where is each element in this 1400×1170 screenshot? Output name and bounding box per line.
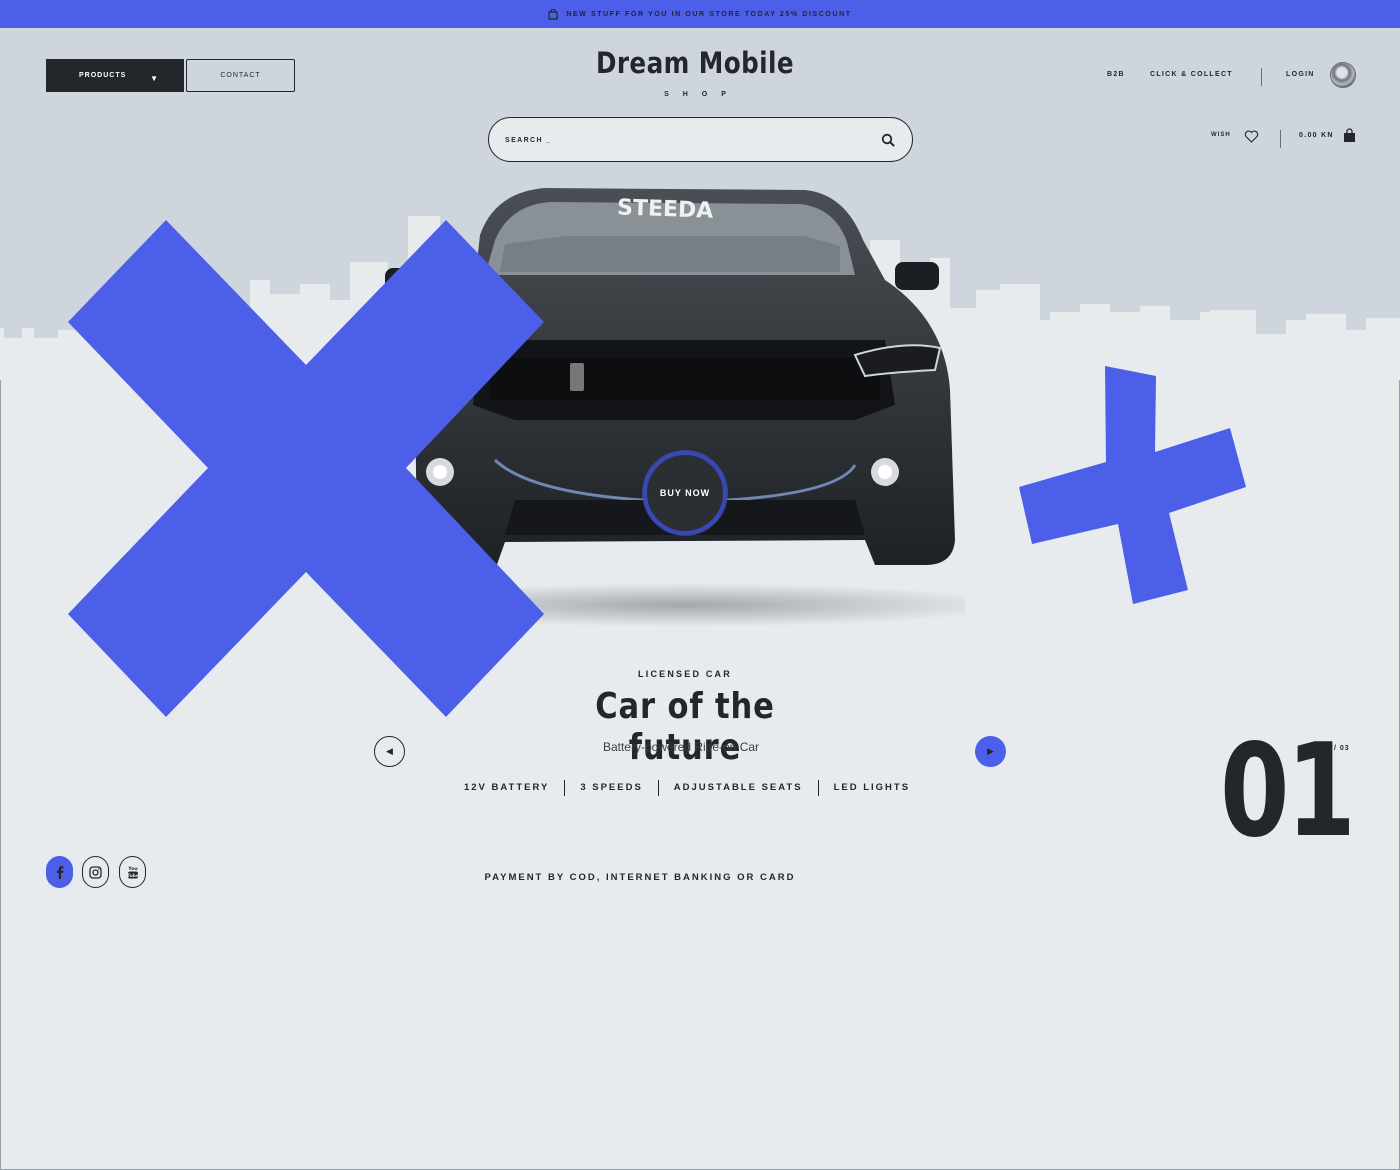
decorative-plus-shape [1019,366,1246,604]
windshield-text: STEEDA [617,195,714,223]
svg-text:You: You [127,866,137,872]
slide-current-number: 01 [1220,717,1356,866]
search-bar [488,117,913,162]
heart-icon[interactable] [1244,129,1259,144]
feature-item: ADJUSTABLE SEATS [657,780,818,796]
slide-total-number: / 03 [1334,745,1350,752]
slider-prev-button[interactable]: ◀ [374,736,405,767]
cart-divider [1280,130,1281,148]
facebook-icon [56,866,63,879]
nav-login-link[interactable]: LOGIN [1286,71,1315,78]
caret-down-icon: ▼ [150,74,159,83]
hero-eyebrow: LICENSED CAR [638,669,732,679]
contact-button[interactable]: CONTACT [186,59,295,92]
products-label: PRODUCTS [79,72,127,79]
payment-info: PAYMENT BY COD, INTERNET BANKING OR CARD [484,872,796,883]
brand-subtitle: SHOP [664,91,740,98]
products-dropdown-button[interactable]: PRODUCTS ▼ [46,59,184,92]
nav-divider [1261,68,1262,86]
promo-text: NEW STUFF FOR YOU IN OUR STORE TODAY 25%… [566,10,852,18]
shopping-bag-icon[interactable] [1343,128,1356,143]
bag-icon [548,8,558,20]
search-input[interactable] [505,130,865,150]
feature-item: 3 SPEEDS [564,780,657,796]
instagram-icon [89,865,102,879]
buy-now-button[interactable]: BUY NOW [643,451,727,535]
feature-item: 12V BATTERY [463,782,550,793]
avatar[interactable] [1330,62,1356,88]
hero-subtitle: Battery-powered Ride-on Car [602,740,760,754]
arrow-left-icon: ◀ [386,746,393,756]
facebook-button[interactable] [46,856,73,888]
feature-item: LED LIGHTS [817,780,925,796]
promo-bar: NEW STUFF FOR YOU IN OUR STORE TODAY 25%… [0,0,1400,28]
slider-next-button[interactable]: ▶ [975,736,1006,767]
hero-title: Car of the future [595,686,775,768]
youtube-button[interactable]: You Tube [119,856,146,888]
youtube-icon: YouTube [127,866,139,879]
wishlist-label[interactable]: WISH [1211,132,1231,138]
search-icon[interactable] [881,133,895,147]
nav-click-collect-link[interactable]: CLICK & COLLECT [1150,71,1233,78]
cart-total[interactable]: 0.00 KN [1299,132,1334,139]
instagram-button[interactable] [82,856,109,888]
arrow-right-icon: ▶ [987,746,994,756]
brand-title[interactable]: Dream Mobile [580,46,810,80]
nav-b2b-link[interactable]: B2B [1107,71,1125,78]
svg-text:Tube: Tube [127,873,139,879]
feature-list: 12V BATTERY 3 SPEEDS ADJUSTABLE SEATS LE… [464,779,908,797]
decorative-x-shape [68,220,544,717]
